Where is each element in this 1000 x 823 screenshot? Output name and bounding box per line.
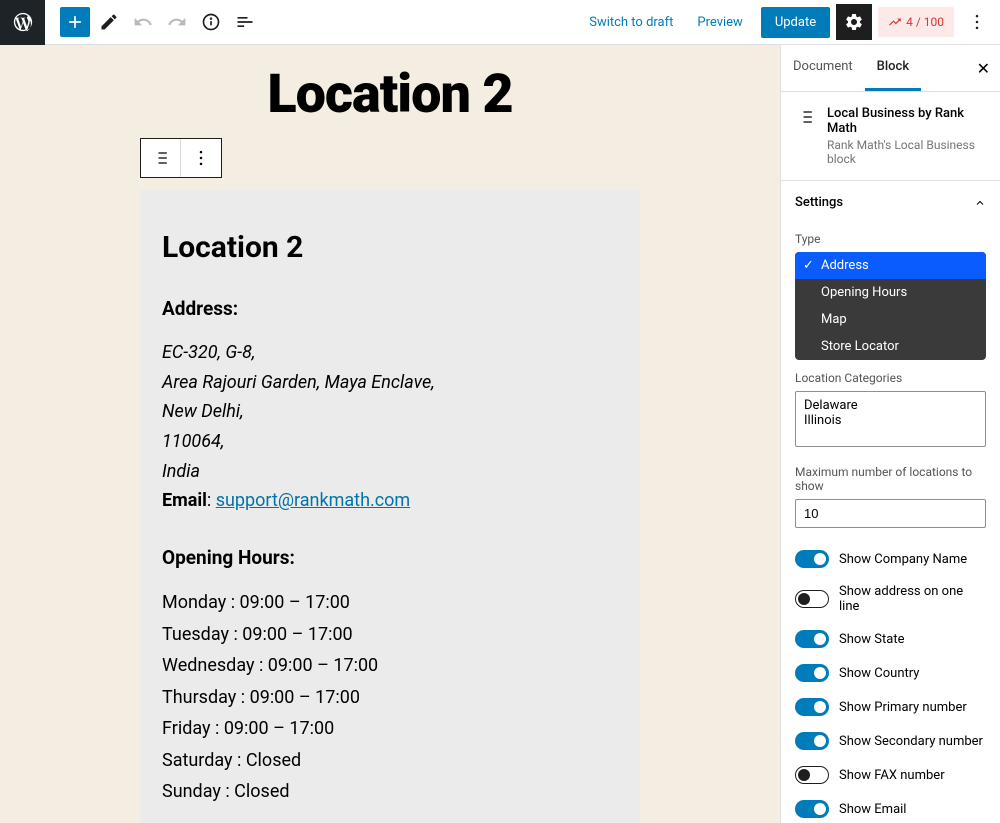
wordpress-logo[interactable] (0, 0, 45, 45)
hours-line: Monday : 09:00 – 17:00 (162, 587, 618, 619)
max-locations-input[interactable] (795, 499, 986, 528)
type-dropdown[interactable]: AddressOpening HoursMapStore Locator (795, 252, 986, 360)
address-label: Address: (162, 297, 618, 320)
switch-to-draft-button[interactable]: Switch to draft (577, 7, 685, 38)
tab-block[interactable]: Block (865, 45, 921, 91)
toggle-row: Show address on one line (795, 576, 986, 622)
settings-gear-button[interactable] (836, 4, 872, 40)
update-button[interactable]: Update (761, 7, 830, 38)
max-locations-label: Maximum number of locations to show (795, 465, 986, 493)
address-line: India (162, 457, 618, 487)
address-line: Area Rajouri Garden, Maya Enclave, (162, 368, 618, 398)
undo-icon[interactable] (128, 7, 158, 37)
more-options-kebab[interactable] (962, 7, 992, 37)
dropdown-option[interactable]: Map (795, 306, 986, 333)
top-toolbar: Switch to draft Preview Update 4 / 100 (0, 0, 1000, 45)
toggle-switch[interactable] (795, 732, 829, 750)
dropdown-option[interactable]: Address (795, 252, 986, 279)
email-line: Email: support@rankmath.com (162, 486, 618, 516)
toggle-label: Show Country (839, 666, 919, 681)
content-block[interactable]: Location 2 Address: EC-320, G-8,Area Raj… (140, 190, 640, 823)
editor-canvas: Location 2 Location 2 Address: EC-320, G… (0, 45, 780, 823)
toggle-row: Show State (795, 622, 986, 656)
sidebar-panel: Document Block ✕ Local Business by Rank … (780, 45, 1000, 823)
block-subtitle: Rank Math's Local Business block (827, 138, 986, 166)
toggle-row: Show Country (795, 656, 986, 690)
block-icon (795, 106, 817, 128)
categories-label: Location Categories (795, 371, 986, 385)
hours-line: Thursday : 09:00 – 17:00 (162, 682, 618, 714)
hours-line: Sunday : Closed (162, 776, 618, 808)
address-line: New Delhi, (162, 397, 618, 427)
toggle-label: Show Secondary number (839, 734, 983, 749)
info-icon[interactable] (196, 7, 226, 37)
block-type-icon[interactable] (141, 139, 181, 177)
settings-panel-header[interactable]: Settings (781, 181, 1000, 224)
toggle-label: Show FAX number (839, 768, 945, 783)
hours-line: Wednesday : 09:00 – 17:00 (162, 650, 618, 682)
page-title[interactable]: Location 2 (0, 45, 780, 138)
toggle-switch[interactable] (795, 550, 829, 568)
toggle-label: Show Primary number (839, 700, 967, 715)
edit-tool-icon[interactable] (94, 7, 124, 37)
email-link[interactable]: support@rankmath.com (216, 490, 410, 511)
outline-icon[interactable] (230, 7, 260, 37)
block-title: Local Business by Rank Math (827, 106, 986, 136)
tab-document[interactable]: Document (781, 45, 865, 91)
toggle-switch[interactable] (795, 590, 829, 608)
toggle-label: Show Email (839, 802, 906, 817)
toggle-row: Show Company Name (795, 542, 986, 576)
preview-button[interactable]: Preview (685, 7, 754, 38)
hours-line: Tuesday : 09:00 – 17:00 (162, 619, 618, 651)
toggle-row: Show Secondary number (795, 724, 986, 758)
address-line: EC-320, G-8, (162, 338, 618, 368)
toggle-row: Show Primary number (795, 690, 986, 724)
dropdown-option[interactable]: Opening Hours (795, 279, 986, 306)
categories-box[interactable]: DelawareIllinois (795, 391, 986, 447)
content-heading: Location 2 (162, 230, 618, 265)
toggle-switch[interactable] (795, 766, 829, 784)
close-icon[interactable]: ✕ (977, 59, 990, 78)
hours-label: Opening Hours: (162, 546, 618, 569)
block-more-kebab[interactable] (181, 139, 221, 177)
add-block-button[interactable] (60, 7, 90, 37)
seo-score-badge[interactable]: 4 / 100 (878, 7, 954, 37)
chevron-up-icon (974, 197, 986, 209)
block-info: Local Business by Rank Math Rank Math's … (781, 92, 1000, 181)
address-line: 110064, (162, 427, 618, 457)
dropdown-option[interactable]: Store Locator (795, 333, 986, 360)
toggle-row: Show FAX number (795, 758, 986, 792)
hours-line: Friday : 09:00 – 17:00 (162, 713, 618, 745)
toggle-switch[interactable] (795, 630, 829, 648)
toggle-switch[interactable] (795, 800, 829, 818)
toggle-label: Show Company Name (839, 552, 967, 567)
seo-score-text: 4 / 100 (906, 15, 944, 29)
type-label: Type (795, 232, 986, 246)
toggle-switch[interactable] (795, 664, 829, 682)
hours-line: Saturday : Closed (162, 745, 618, 777)
redo-icon[interactable] (162, 7, 192, 37)
toggle-label: Show State (839, 632, 904, 647)
toggle-row: Show Email (795, 792, 986, 823)
block-toolbar (140, 138, 222, 178)
toggle-switch[interactable] (795, 698, 829, 716)
toggle-label: Show address on one line (839, 584, 986, 614)
